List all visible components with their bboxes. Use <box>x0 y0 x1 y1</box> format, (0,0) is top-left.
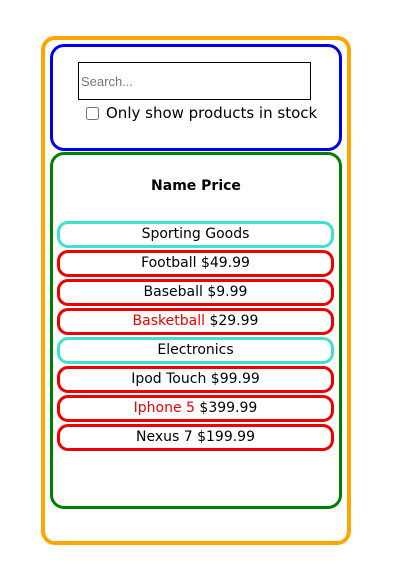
category-row: Electronics <box>57 337 334 364</box>
product-price: $49.99 <box>200 255 250 271</box>
product-price: $9.99 <box>207 284 248 300</box>
product-row: Baseball $9.99 <box>57 279 334 306</box>
product-name: Ipod Touch <box>131 371 207 387</box>
product-price: $29.99 <box>209 313 259 329</box>
product-name-out-of-stock: Basketball <box>132 313 205 329</box>
in-stock-filter[interactable]: Only show products in stock <box>86 103 317 123</box>
search-input[interactable] <box>78 62 311 100</box>
header-price: Price <box>201 178 241 194</box>
product-row: Nexus 7 $199.99 <box>57 424 334 451</box>
product-row: Football $49.99 <box>57 250 334 277</box>
product-price: $99.99 <box>210 371 260 387</box>
table-header: Name Price <box>50 178 342 194</box>
category-label: Electronics <box>157 342 234 358</box>
in-stock-label: Only show products in stock <box>106 104 318 122</box>
in-stock-checkbox[interactable] <box>86 106 99 120</box>
product-name: Baseball <box>143 284 203 300</box>
category-label: Sporting Goods <box>141 226 250 242</box>
category-row: Sporting Goods <box>57 221 334 248</box>
product-name: Football <box>141 255 197 271</box>
product-name-out-of-stock: Iphone 5 <box>133 400 195 416</box>
product-price: $399.99 <box>199 400 258 416</box>
header-name: Name <box>151 178 197 194</box>
product-name: Nexus 7 <box>135 429 193 445</box>
product-row: Basketball $29.99 <box>57 308 334 335</box>
product-row: Iphone 5 $399.99 <box>57 395 334 422</box>
product-row: Ipod Touch $99.99 <box>57 366 334 393</box>
product-price: $199.99 <box>197 429 255 445</box>
